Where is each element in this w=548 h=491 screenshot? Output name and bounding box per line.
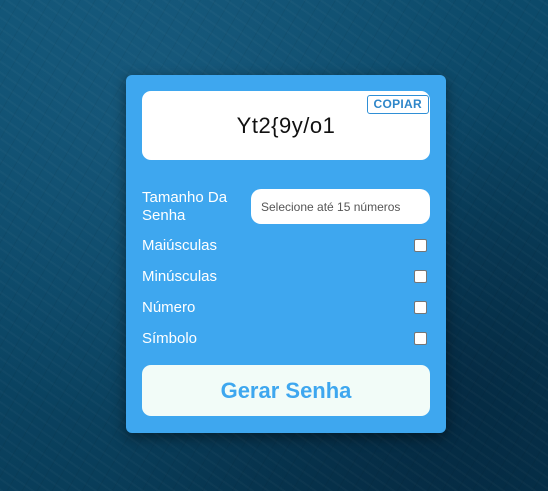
- lowercase-checkbox[interactable]: [414, 270, 427, 283]
- lowercase-label: Minúsculas: [142, 268, 218, 285]
- copy-button[interactable]: COPIAR: [366, 95, 429, 114]
- length-input[interactable]: [251, 189, 430, 224]
- option-row-number: Número: [142, 299, 430, 317]
- generated-password: Yt2{9y/o1: [236, 113, 336, 138]
- symbol-label: Símbolo: [142, 330, 198, 347]
- uppercase-label: Maiúsculas: [142, 237, 218, 254]
- length-row: Tamanho Da Senha: [142, 189, 430, 225]
- password-generator-card: Yt2{9y/o1 COPIAR Tamanho Da Senha Maiúsc…: [126, 75, 446, 433]
- password-display: Yt2{9y/o1 COPIAR: [142, 91, 430, 160]
- option-row-uppercase: Maiúsculas: [142, 237, 430, 255]
- length-label: Tamanho Da Senha: [142, 189, 228, 224]
- option-row-symbol: Símbolo: [142, 330, 430, 348]
- symbol-checkbox[interactable]: [414, 332, 427, 345]
- generate-password-button[interactable]: Gerar Senha: [142, 365, 430, 416]
- number-checkbox[interactable]: [414, 301, 427, 314]
- number-label: Número: [142, 299, 196, 316]
- option-row-lowercase: Minúsculas: [142, 268, 430, 286]
- uppercase-checkbox[interactable]: [414, 239, 427, 252]
